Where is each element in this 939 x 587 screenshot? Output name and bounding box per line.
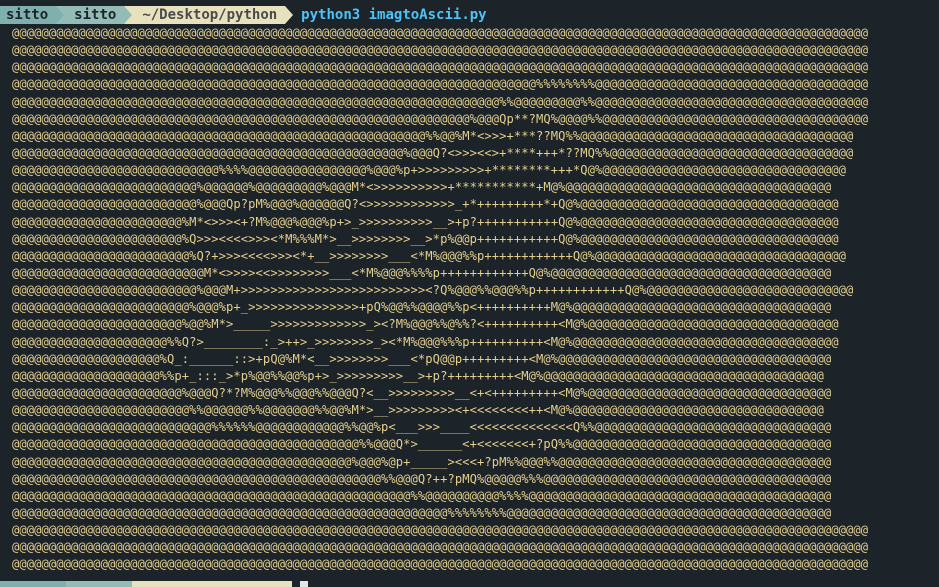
ascii-art-line: @@@@@@@@@@@@@@@@@@@@@@@@@@@@@@@@@@@@@@@@… — [12, 128, 854, 143]
ascii-art-output: @@@@@@@@@@@@@@@@@@@@@@@@@@@@@@@@@@@@@@@@… — [12, 25, 868, 574]
next-prompt-user-segment — [0, 581, 66, 587]
ascii-art-line: @@@@@@@@@@@@@@@@@@@@@@@%Q>>><<<<>>><*M%%… — [12, 231, 839, 246]
prompt-host-segment: sitto — [64, 6, 125, 24]
ascii-art-line: @@@@@@@@@@@@@@@@@@@@%Q_:______::>+pQ@%M*… — [12, 351, 832, 366]
terminal-window[interactable]: sitto sitto ~/Desktop/python python3 ima… — [0, 0, 939, 587]
powerline-separator-icon — [285, 6, 294, 24]
next-prompt-line — [0, 581, 308, 587]
command-text: python3 imagtoAscii.py — [301, 7, 487, 23]
ascii-art-line: @@@@@@@@@@@@@@@@@@@@@@@@@@@@@@@@@@@@@@@@… — [12, 454, 832, 469]
powerline-separator-icon — [124, 6, 133, 24]
text-cursor — [300, 581, 308, 587]
ascii-art-line: @@@@@@@@@@@@@@@@@@@@@@@@%%@@@@@@%%@@@@@@… — [12, 403, 824, 418]
ascii-art-line: @@@@@@@@@@@@@@@@@@@@@@@@%Q?+>>><<<<>>><*… — [12, 248, 846, 263]
ascii-art-line: @@@@@@@@@@@@@@@@@@@@@@@@@@@@@@@@@@@@@@@@… — [12, 437, 832, 452]
ascii-art-line: @@@@@@@@@@@@@@@@@@@@@%%Q?>________:_>++>… — [12, 334, 839, 349]
prompt-user-segment: sitto — [0, 6, 57, 24]
ascii-art-line: @@@@@@@@@@@@@@@@@@@@@@@@@@@@@@@@@@@@@@@@… — [12, 540, 869, 555]
ascii-art-line: @@@@@@@@@@@@@@@@@@@@@@@@@@M*<>>>><<>>>>>… — [12, 265, 832, 280]
ascii-art-line: @@@@@@@@@@@@@@@@@@@@@@@@@@@@@@@@@@@@@@@@… — [12, 43, 869, 58]
ascii-art-line: @@@@@@@@@@@@@@@@@@@@@@@@@%@@@@@@%@@@@@@@… — [12, 180, 832, 195]
next-prompt-host-segment — [66, 581, 132, 587]
ascii-art-line: @@@@@@@@@@@@@@@@@@@@@@@@@%@@@M+>>>>>>>>>… — [12, 283, 854, 298]
ascii-art-line: @@@@@@@@@@@@@@@@@@@@@@@@@%@@@Qp?pM%@@@%@… — [12, 197, 839, 212]
ascii-art-line: @@@@@@@@@@@@@@@@@@@@@@@@@@@@@@@@@@@@@@@@… — [12, 94, 869, 109]
ascii-art-line: @@@@@@@@@@@@@@@@@@@@@@@@@@@@@@@@@@@@@@@@… — [12, 26, 869, 40]
prompt-user: sitto — [6, 7, 49, 23]
ascii-art-line: @@@@@@@@@@@@@@@@@@@@@@@@@@@@@@@@@@@@@@@@… — [12, 77, 869, 92]
ascii-art-line: @@@@@@@@@@@@@@@@@@@@@@@@@@@@@@@@@@@@@@@@… — [12, 488, 832, 503]
ascii-art-line: @@@@@@@@@@@@@@@@@@@@@@@@%@@@%p+_>>>>>>>>… — [12, 300, 832, 315]
ascii-art-line: @@@@@@@@@@@@@@@@@@@@@@@@@@@@@@@@@@@@@@@@… — [12, 505, 832, 520]
ascii-art-line: @@@@@@@@@@@@@@@@@@@@%%p+_:::_>*p%@@%%@@%… — [12, 368, 824, 383]
ascii-art-line: @@@@@@@@@@@@@@@@@@@@@@@@@@@@@@@@@@@@@@@@… — [12, 111, 869, 126]
prompt-line: sitto sitto ~/Desktop/python python3 ima… — [0, 6, 487, 24]
ascii-art-line: @@@@@@@@@@@@@@@@@@@@@@@@@@@@@@@@@@@@@@@@… — [12, 60, 869, 75]
powerline-separator-icon — [56, 6, 65, 24]
ascii-art-line: @@@@@@@@@@@@@@@@@@@@@@@@@@@@@@@@@@@@@@@@… — [12, 145, 854, 160]
ascii-art-line: @@@@@@@@@@@@@@@@@@@@@@@%@@%M*>_____>>>>>… — [12, 317, 839, 332]
prompt-path: ~/Desktop/python — [142, 7, 278, 23]
ascii-art-line: @@@@@@@@@@@@@@@@@@@@@@@%@@@Q?*?M%@@@%%@@… — [12, 385, 832, 400]
ascii-art-line: @@@@@@@@@@@@@@@@@@@@@@@%M*<>>><+?M%@@@%@… — [12, 214, 839, 229]
ascii-art-line: @@@@@@@@@@@@@@@@@@@@@@@@@@@@@@@@@@@@@@@@… — [12, 523, 869, 538]
ascii-art-line: @@@@@@@@@@@@@@@@@@@@@@@@@@@%%%%%%@@@@@@@… — [12, 420, 832, 435]
ascii-art-line: @@@@@@@@@@@@@@@@@@@@@@@@@@@@@@@@@@@@@@@@… — [12, 557, 869, 572]
prompt-host: sitto — [74, 7, 117, 23]
ascii-art-line: @@@@@@@@@@@@@@@@@@@@@@@@@@@@@@@@@@@@@@@@… — [12, 471, 832, 486]
prompt-path-segment: ~/Desktop/python — [132, 6, 286, 24]
ascii-art-line: @@@@@@@@@@@@@@@@@@@@@@@@@@@@%%%%@@@@@@@@… — [12, 163, 846, 178]
next-prompt-path-segment — [132, 581, 292, 587]
